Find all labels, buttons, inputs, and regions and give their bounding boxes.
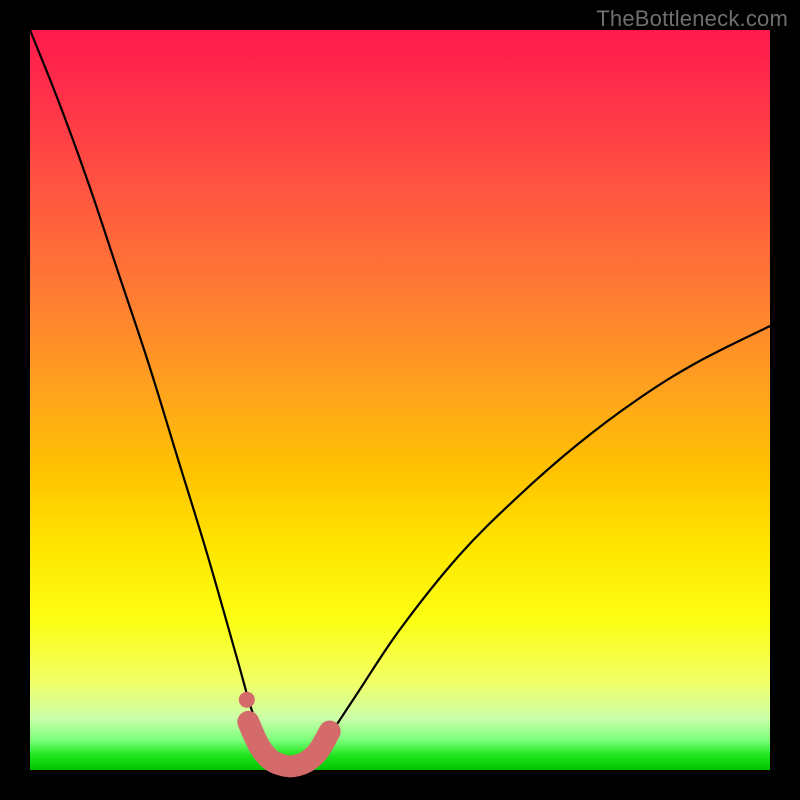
chart-overlay [30,30,770,770]
bottleneck-curve [30,30,770,767]
chart-frame: TheBottleneck.com [0,0,800,800]
highlight-dot [239,692,255,708]
watermark-text: TheBottleneck.com [596,6,788,32]
highlight-band [248,722,329,766]
